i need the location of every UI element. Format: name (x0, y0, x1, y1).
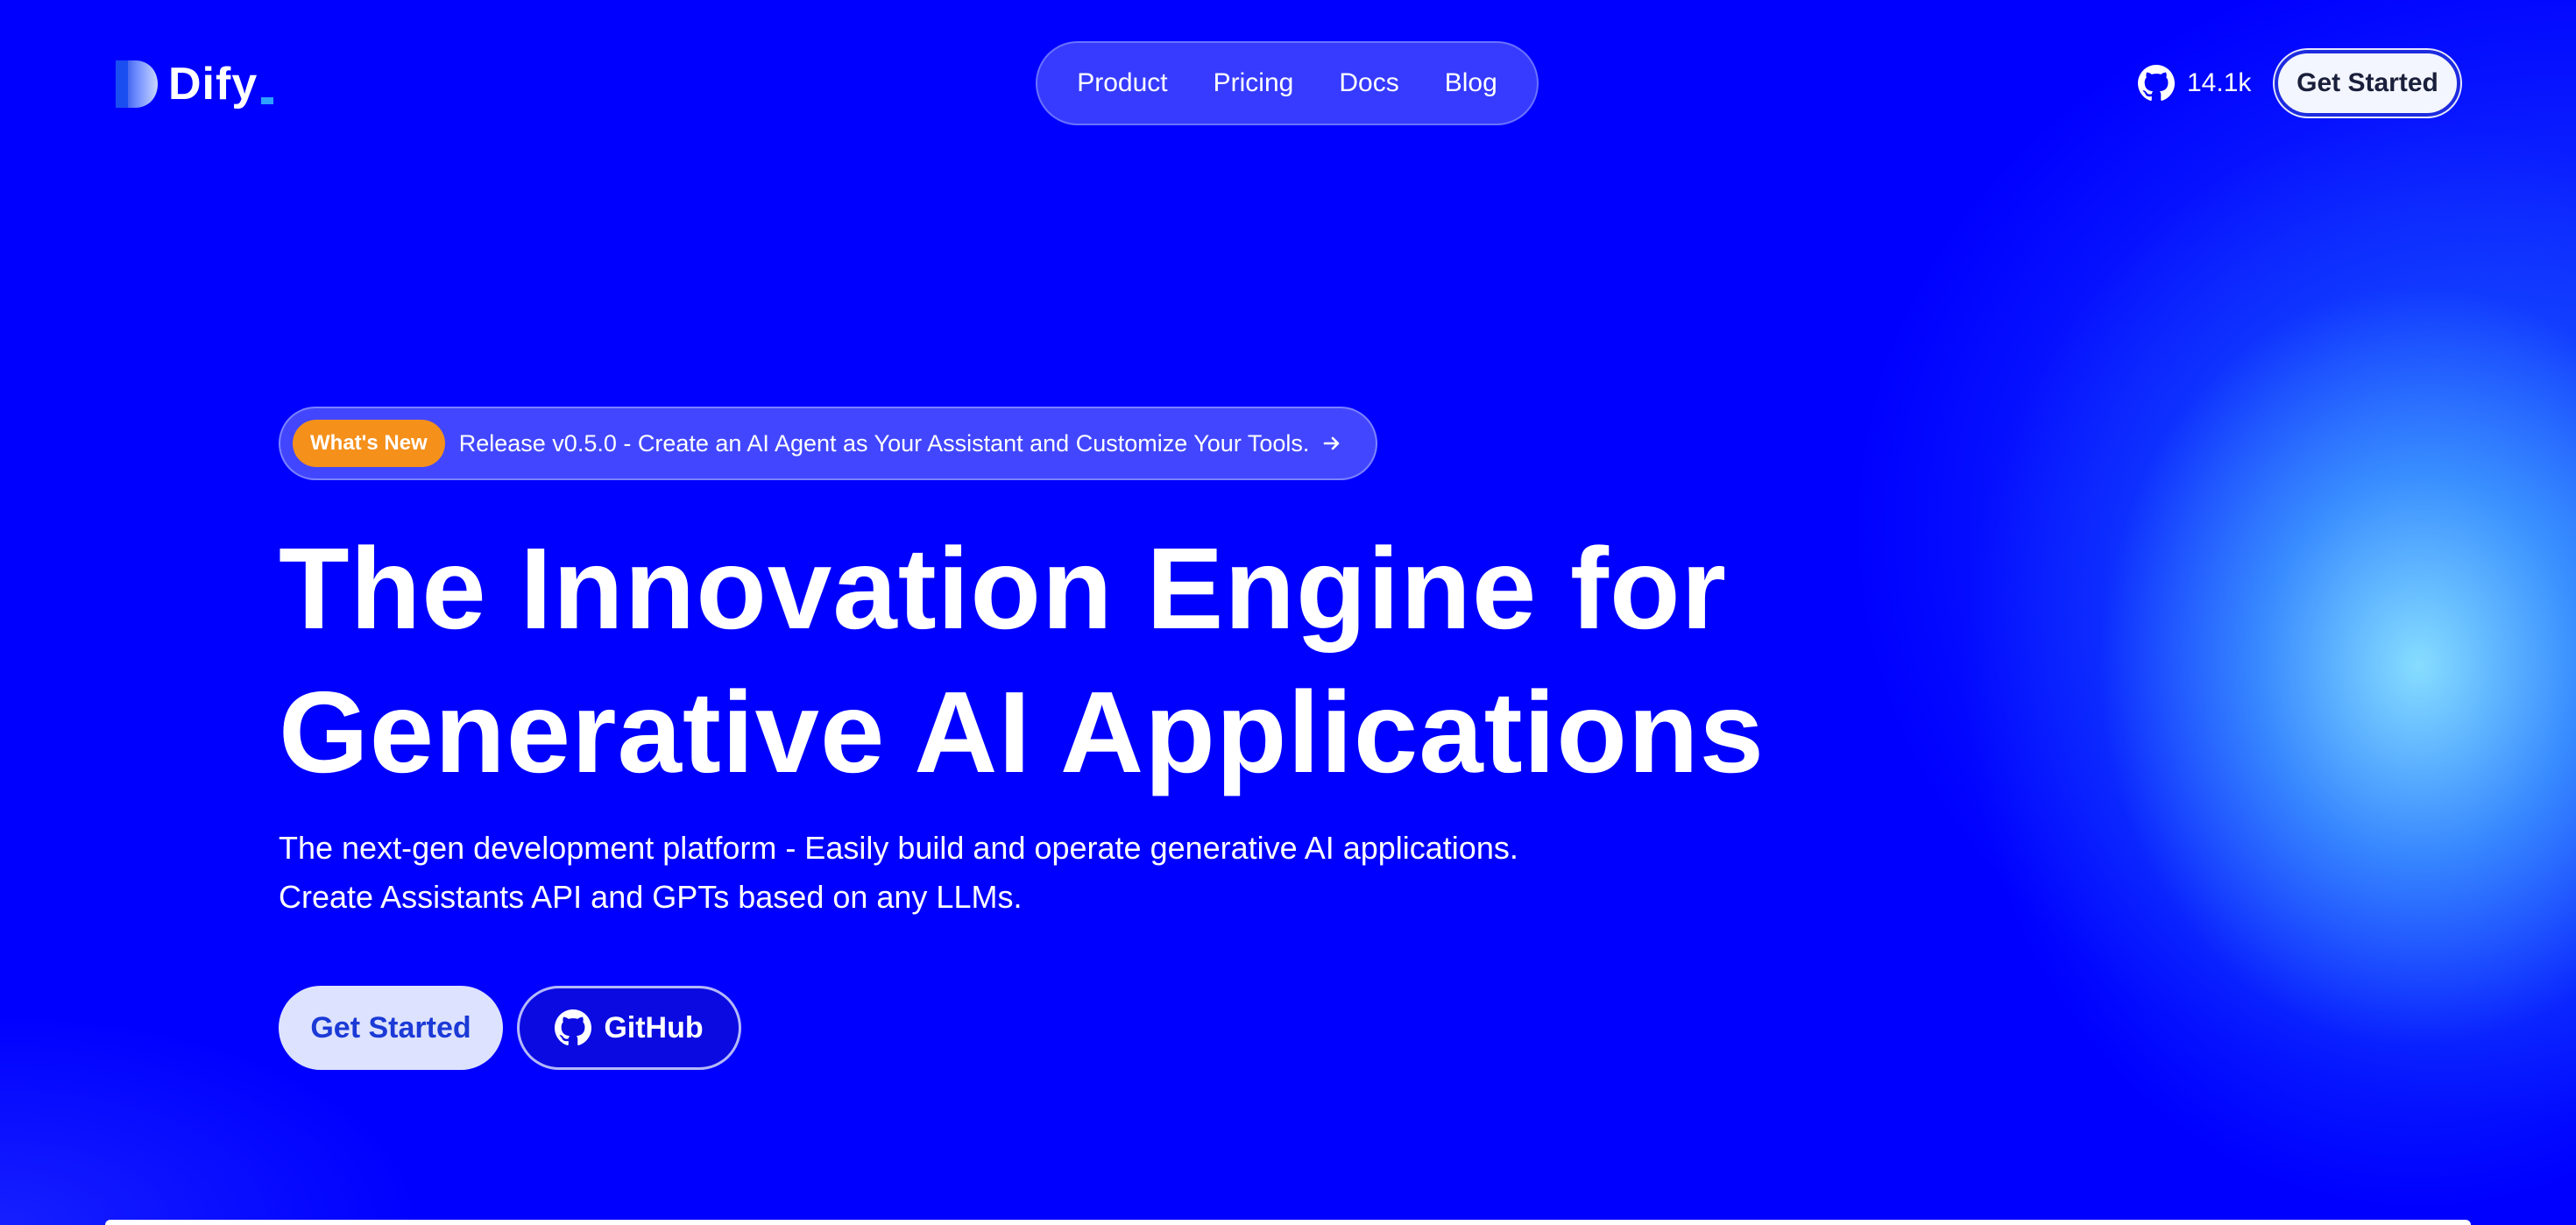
main-nav: Product Pricing Docs Blog (1036, 41, 1539, 125)
hero-subtitle: The next-gen development platform - Easi… (279, 824, 1768, 922)
hero-subtitle-line-1: The next-gen development platform - Easi… (279, 830, 1518, 866)
header-get-started-button[interactable]: Get Started (2275, 50, 2460, 117)
hero-title-line-2: Generative AI Applications (279, 668, 1765, 797)
nav-link-pricing[interactable]: Pricing (1214, 68, 1294, 98)
dify-logo-icon (116, 60, 158, 108)
nav-link-docs[interactable]: Docs (1339, 68, 1398, 98)
whats-new-badge: What's New (293, 420, 445, 467)
content-card-edge (105, 1220, 2471, 1225)
github-stars-count: 14.1k (2187, 68, 2252, 97)
hero-github-button[interactable]: GitHub (517, 986, 741, 1070)
announcement-text: Release v0.5.0 - Create an AI Agent as Y… (458, 429, 1310, 457)
logo-accent-dot (261, 97, 274, 104)
nav-link-product[interactable]: Product (1077, 68, 1167, 98)
logo[interactable]: Dify (114, 58, 274, 110)
logo-text: Dify (168, 59, 258, 110)
arrow-right-icon (1324, 436, 1340, 450)
github-icon (2138, 65, 2175, 101)
site-header: Dify Product Pricing Docs Blog 14.1k Get… (0, 0, 2576, 166)
nav-link-blog[interactable]: Blog (1445, 68, 1497, 98)
announcement-banner[interactable]: What's New Release v0.5.0 - Create an AI… (279, 407, 1377, 480)
github-icon (555, 1009, 592, 1045)
hero-github-label: GitHub (604, 1010, 704, 1044)
hero-title-line-1: The Innovation Engine for (279, 524, 1727, 653)
github-stars-link[interactable]: 14.1k (2138, 63, 2251, 103)
hero-get-started-button[interactable]: Get Started (279, 986, 503, 1070)
hero-title: The Innovation Engine for Generative AI … (279, 517, 2031, 804)
hero-subtitle-line-2: Create Assistants API and GPTs based on … (279, 879, 1023, 915)
